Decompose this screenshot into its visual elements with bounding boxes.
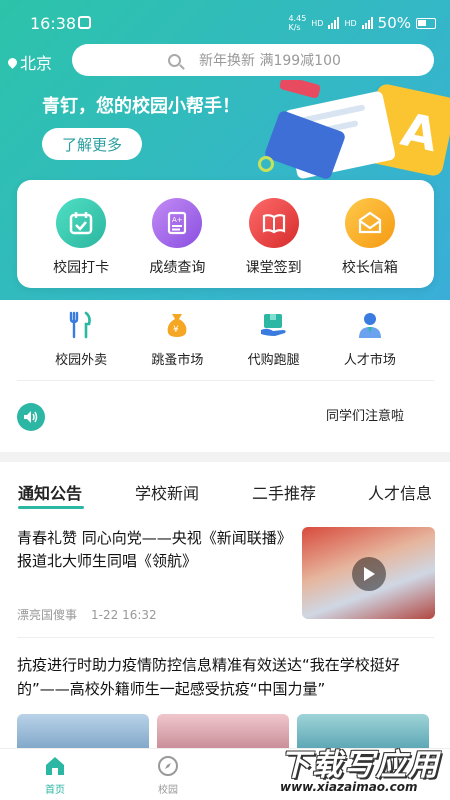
feature-label: 课堂签到 (245, 260, 302, 276)
money-bag-icon: ¥ (162, 310, 192, 340)
section-gap (0, 452, 450, 462)
divider (17, 380, 434, 381)
feature-grades[interactable]: A+ 成绩查询 (132, 180, 222, 288)
feature-attendance[interactable]: 校园打卡 (36, 180, 126, 288)
active-tab-indicator (18, 506, 84, 509)
battery-icon (416, 17, 436, 29)
play-icon (352, 557, 386, 591)
status-time: 16:38 (30, 14, 77, 33)
nav-home[interactable]: 首页 (25, 755, 85, 796)
notice-marquee[interactable]: 同学们注意啦 (326, 405, 410, 424)
news-source: 漂亮国傻事 (17, 608, 78, 622)
watermark: 下载写应用 www.xiazaimao.com (270, 740, 450, 800)
feature-label: 校长信箱 (341, 260, 398, 276)
speaker-icon (17, 403, 45, 431)
news-meta: 漂亮国傻事 1-22 16:32 (17, 606, 157, 623)
hd-icon-2: HD (344, 18, 357, 28)
envelope-icon (344, 198, 395, 248)
news-item[interactable]: 青春礼赞 同心向党——央视《新闻联播》报道北大师生同唱《领航》 漂亮国傻事 1-2… (17, 525, 437, 635)
banner-title: 青钉，您的校园小帮手！ (42, 96, 240, 117)
delivery-box-icon (259, 310, 289, 340)
location-pin-icon (6, 55, 19, 69)
svg-text:A+: A+ (172, 216, 183, 224)
status-indicators: 4.45 K/s HD HD 50% (288, 14, 436, 32)
grade-document-icon: A+ (152, 198, 203, 248)
calendar-check-icon (56, 198, 107, 248)
nav-label: 校园 (158, 785, 178, 796)
learn-more-button[interactable]: 了解更多 (42, 128, 142, 160)
hd-icon: HD (311, 18, 324, 28)
nav-campus[interactable]: 校园 (138, 755, 198, 796)
home-icon (46, 757, 64, 775)
news-image[interactable] (17, 714, 149, 750)
feature-class-signin[interactable]: 课堂签到 (229, 180, 319, 288)
search-placeholder: 新年换新 满199减100 (199, 53, 341, 69)
city-selector[interactable]: 北京 (6, 50, 53, 74)
tab-notices[interactable]: 通知公告 (18, 480, 82, 504)
nav-label: 首页 (45, 785, 65, 796)
service-talent-market[interactable]: 人才市场 (325, 310, 415, 380)
search-icon (168, 53, 181, 67)
service-flea-market[interactable]: ¥ 跳蚤市场 (132, 310, 222, 380)
compass-icon (158, 756, 178, 776)
service-label: 代购跑腿 (247, 353, 300, 368)
watermark-text: 下载写应用 (280, 748, 440, 783)
service-food-delivery[interactable]: 校园外卖 (36, 310, 126, 380)
notification-icon (78, 16, 91, 29)
services-row: 校园外卖 ¥ 跳蚤市场 代购跑腿 人才市场 (17, 310, 434, 380)
battery-percent: 50% (377, 14, 411, 32)
feature-label: 成绩查询 (149, 260, 206, 276)
open-book-icon (248, 198, 299, 248)
video-thumbnail[interactable] (302, 527, 435, 619)
service-label: 跳蚤市场 (151, 353, 204, 368)
watermark-url: www.xiazaimao.com (280, 780, 418, 794)
svg-text:¥: ¥ (173, 325, 179, 335)
documents-illustration-icon: A (265, 80, 450, 179)
news-title[interactable]: 抗疫进行时助力疫情防控信息精准有效送达“我在学校挺好的”——高校外籍师生一起感受… (17, 653, 437, 701)
news-title: 青春礼赞 同心向党——央视《新闻联播》报道北大师生同唱《领航》 (17, 529, 285, 570)
decorative-ring-icon (258, 156, 274, 172)
city-label: 北京 (20, 54, 53, 73)
feature-label: 校园打卡 (53, 260, 110, 276)
person-icon (355, 310, 385, 340)
tab-talent-info[interactable]: 人才信息 (368, 480, 432, 504)
signal-icon-2 (361, 17, 373, 29)
tab-school-news[interactable]: 学校新闻 (135, 480, 199, 504)
fork-knife-icon (66, 310, 96, 340)
signal-icon (328, 17, 340, 29)
news-time: 1-22 16:32 (91, 608, 157, 622)
service-label: 人才市场 (343, 353, 396, 368)
divider (17, 637, 434, 638)
feature-card: 校园打卡 A+ 成绩查询 课堂签到 校长信箱 (17, 180, 434, 288)
net-speed: 4.45 K/s (288, 14, 307, 32)
service-errand[interactable]: 代购跑腿 (229, 310, 319, 380)
news-tabs: 通知公告 学校新闻 二手推荐 人才信息 (0, 462, 450, 512)
status-bar: 16:38 4.45 K/s HD HD 50% (0, 0, 450, 40)
tab-second-hand[interactable]: 二手推荐 (252, 480, 316, 504)
search-input[interactable]: 新年换新 满199减100 (72, 44, 434, 76)
service-label: 校园外卖 (55, 353, 108, 368)
feature-principal-mailbox[interactable]: 校长信箱 (325, 180, 415, 288)
